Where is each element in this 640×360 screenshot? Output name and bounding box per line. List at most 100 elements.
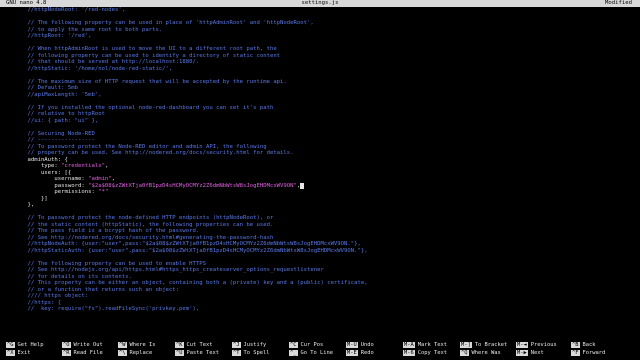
shortcut-mark-text[interactable]: M-A Mark Text bbox=[403, 342, 447, 349]
code-token: // to apply the same root to both parts. bbox=[14, 26, 163, 33]
code-token: //apiMaxLength: '5mb', bbox=[14, 91, 102, 98]
shortcut-label: Cut Text bbox=[186, 342, 213, 348]
shortcut-label: Justify bbox=[243, 342, 267, 348]
text-cursor bbox=[300, 182, 304, 189]
shortcut-where-was[interactable]: ^Q Where Was bbox=[460, 350, 501, 357]
shortcut-key: M-A bbox=[403, 342, 415, 348]
code-token: // The following property can be used to… bbox=[14, 260, 206, 267]
shortcut-key: ^U bbox=[175, 350, 184, 356]
shortcut-to-bracket[interactable]: M-] To Bracket bbox=[460, 342, 507, 349]
shortcut-justify[interactable]: ^J Justify bbox=[232, 342, 266, 349]
shortcut-label: Next bbox=[530, 350, 544, 356]
code-line[interactable]: // key: require("fs").readFileSync('priv… bbox=[0, 306, 640, 313]
code-token: // Default: 5mb bbox=[14, 85, 78, 91]
shortcut-label: Previous bbox=[530, 342, 557, 348]
shortcut-get-help[interactable]: ^G Get Help bbox=[6, 342, 43, 349]
shortcut-bar: ^G Get Help ^O Write Out ^W Where Is ^K Cut Tex… bbox=[0, 342, 640, 360]
shortcut-copy-text[interactable]: M-6 Copy Text bbox=[403, 350, 447, 357]
shortcut-label: Read File bbox=[73, 350, 103, 356]
code-token: permissions: bbox=[14, 189, 99, 195]
shortcut-key: ^X bbox=[6, 350, 15, 356]
code-token: password: bbox=[14, 182, 89, 189]
code-token: //https: { bbox=[14, 299, 62, 306]
shortcut-cur-pos[interactable]: ^C Cur Pos bbox=[289, 342, 323, 349]
code-token: //httpNodeAuth: {user:"user",pass:"$2a$0… bbox=[14, 241, 361, 247]
code-token: type: bbox=[14, 163, 62, 169]
code-token: // The pass field is a bcrypt hash of th… bbox=[14, 228, 200, 234]
shortcut-redo[interactable]: M-E Redo bbox=[346, 350, 374, 357]
code-token: adminAuth: { bbox=[14, 156, 68, 163]
shortcut-label: Where Is bbox=[129, 342, 156, 348]
shortcut-key: ^T bbox=[232, 350, 241, 356]
shortcut-write-out[interactable]: ^O Write Out bbox=[62, 342, 103, 349]
title-bar: settings.js GNU nano 4.8 Modified bbox=[0, 0, 640, 7]
code-token: // To password protect the Node-RED edit… bbox=[14, 143, 267, 150]
shortcut-key: ^B bbox=[571, 342, 580, 348]
code-token: // See http://nodered.org/docs/security.… bbox=[14, 234, 274, 241]
code-token: // the static content (httpStatic), the … bbox=[14, 221, 274, 228]
shortcut-key: M-◄ bbox=[516, 342, 528, 348]
shortcut-key: M-▶ bbox=[516, 350, 528, 356]
code-token: username: bbox=[14, 176, 89, 182]
code-token: "credentials" bbox=[61, 163, 105, 169]
shortcut-read-file[interactable]: ^R Read File bbox=[62, 350, 103, 357]
code-token: , bbox=[104, 163, 109, 169]
shortcut-label: Go To Line bbox=[300, 350, 333, 356]
code-token: // that should be served at http://local… bbox=[14, 59, 200, 65]
shortcut-cut-text[interactable]: ^K Cut Text bbox=[175, 342, 212, 349]
shortcut-key: ^W bbox=[118, 342, 127, 348]
shortcut-label: Back bbox=[582, 342, 596, 348]
shortcut-label: Exit bbox=[17, 350, 31, 356]
shortcut-paste-text[interactable]: ^U Paste Text bbox=[175, 350, 219, 357]
shortcut-label: Undo bbox=[360, 342, 374, 348]
shortcut-where-is[interactable]: ^W Where Is bbox=[118, 342, 155, 349]
code-token: // ----------------- bbox=[14, 137, 95, 143]
shortcut-key: ^J bbox=[232, 342, 241, 348]
code-token: //// https object: bbox=[14, 293, 89, 299]
shortcut-label: Get Help bbox=[17, 342, 44, 348]
shortcut-go-to-line[interactable]: ^_ Go To Line bbox=[289, 350, 333, 357]
shortcut-previous[interactable]: M-◄ Previous bbox=[516, 342, 557, 349]
code-token: // Securing Node-RED bbox=[14, 130, 95, 137]
modified-status: Modified bbox=[605, 0, 632, 6]
shortcut-replace[interactable]: ^\ Replace bbox=[118, 350, 152, 357]
shortcut-next[interactable]: M-▶ Next bbox=[516, 350, 544, 357]
shortcut-key: ^O bbox=[62, 342, 71, 348]
shortcut-label: Write Out bbox=[73, 342, 103, 348]
code-token: // This property can be either an object… bbox=[14, 280, 368, 286]
code-token: users: [{ bbox=[14, 169, 72, 176]
code-token: // If you installed the optional node-re… bbox=[14, 104, 274, 111]
shortcut-key: M-E bbox=[346, 350, 358, 356]
shortcut-key: ^G bbox=[6, 342, 15, 348]
shortcut-key: M-6 bbox=[403, 350, 415, 356]
shortcut-key: ^\ bbox=[118, 350, 127, 356]
shortcut-label: To Bracket bbox=[474, 342, 508, 348]
shortcut-row-2: ^X Exit ^R Read File ^\ Replace ^U Paste Text ^T… bbox=[0, 350, 640, 357]
code-token: }, bbox=[14, 202, 35, 208]
code-token: // When httpAdminRoot is used to move th… bbox=[14, 46, 277, 52]
code-token: // property can be used. See http://node… bbox=[14, 150, 294, 156]
shortcut-undo[interactable]: M-U Undo bbox=[346, 342, 374, 349]
shortcut-exit[interactable]: ^X Exit bbox=[6, 350, 30, 357]
shortcut-row-1: ^G Get Help ^O Write Out ^W Where Is ^K Cut Tex… bbox=[0, 342, 640, 349]
code-token: // for details on its contents. bbox=[14, 273, 132, 280]
text-editor-area[interactable]: //httpNodeRoot: '/red-nodes', // The fol… bbox=[0, 7, 640, 337]
shortcut-label: Copy Text bbox=[417, 350, 447, 356]
shortcut-label: To Spell bbox=[243, 350, 270, 356]
shortcut-key: M-U bbox=[346, 342, 358, 348]
code-token: // key: require("fs").readFileSync('priv… bbox=[14, 306, 200, 312]
code-token: //httpRoot: '/red', bbox=[14, 33, 92, 39]
shortcut-label: Where Was bbox=[471, 350, 501, 356]
shortcut-label: Replace bbox=[129, 350, 153, 356]
shortcut-forward[interactable]: ^F Forward bbox=[571, 350, 605, 357]
shortcut-back[interactable]: ^B Back bbox=[571, 342, 595, 349]
code-token: // or a function that returns such an ob… bbox=[14, 286, 180, 293]
shortcut-key: ^C bbox=[289, 342, 298, 348]
shortcut-label: Mark Text bbox=[417, 342, 447, 348]
shortcut-label: Paste Text bbox=[186, 350, 219, 356]
shortcut-key: M-] bbox=[460, 342, 472, 348]
code-token: // See http://nodejs.org/api/https.html#… bbox=[14, 267, 324, 273]
code-token: , bbox=[111, 176, 116, 182]
shortcut-to-spell[interactable]: ^T To Spell bbox=[232, 350, 269, 357]
code-token: // following property can be used to ide… bbox=[14, 52, 281, 59]
